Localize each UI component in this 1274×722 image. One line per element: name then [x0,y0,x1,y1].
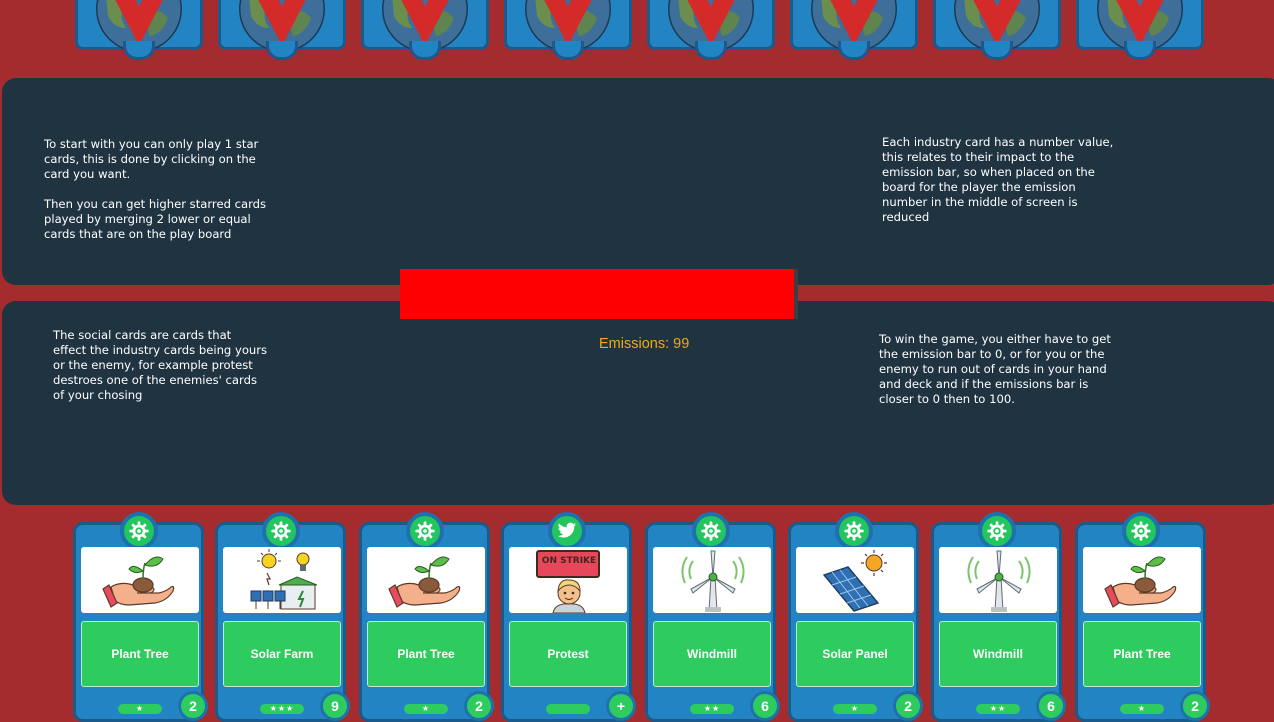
emission-bar [400,269,798,319]
card-stars: ★★ [976,704,1020,714]
card-stars: ★★★ [260,704,304,714]
hand-card[interactable]: Solar Farm ★★★ 9 [215,512,350,722]
card-name: Solar Farm [223,621,341,687]
hand-card[interactable]: Windmill ★★ 6 [645,512,780,722]
enemy-card-back [75,0,203,60]
card-name: Windmill [653,621,771,687]
card-value: 9 [320,691,350,721]
gear-icon [119,512,158,550]
card-name: Protest [509,621,627,687]
enemy-card-back [1076,0,1204,60]
card-stars: ★ [833,704,877,714]
enemy-card-tab [123,41,155,60]
hand-card[interactable]: Plant Tree ★ 2 [359,512,494,722]
card-value: 6 [1036,691,1066,721]
windmill-icon [939,547,1057,613]
card-value: 2 [893,691,923,721]
strike-sign-text: ON STRIKE [541,556,597,566]
tutorial-text-win: To win the game, you either have to get … [879,332,1111,406]
on-strike-icon: ON STRIKE [509,547,627,613]
card-name: Windmill [939,621,1057,687]
card-value: + [606,691,636,721]
twitter-bird-icon [547,512,586,550]
solar-farm-icon [223,547,341,613]
card-name: Plant Tree [1083,621,1201,687]
card-stars [546,704,590,714]
card-stars: ★ [1120,704,1164,714]
enemy-card-back [647,0,775,60]
hand-card[interactable]: Plant Tree ★ 2 [1075,512,1210,722]
enemy-card-back [790,0,918,60]
card-stars: ★ [118,704,162,714]
emissions-label: Emissions: 99 [599,336,690,352]
emission-bar-fill [400,269,795,319]
gear-icon [834,512,873,550]
tutorial-text-cards: To start with you can only play 1 star c… [44,137,267,241]
plant-hand-icon [367,547,485,613]
enemy-card-tab [838,41,870,60]
hand-card[interactable]: Solar Panel ★ 2 [788,512,923,722]
card-stars: ★★ [690,704,734,714]
card-value: 2 [464,691,494,721]
card-value: 2 [178,691,208,721]
enemy-card-tab [552,41,584,60]
hand-card[interactable]: Windmill ★★ 6 [931,512,1066,722]
enemy-card-back [218,0,346,60]
enemy-card-tab [1124,41,1156,60]
enemy-card-back [361,0,489,60]
enemy-card-tab [981,41,1013,60]
plant-hand-icon [1083,547,1201,613]
gear-icon [405,512,444,550]
card-name: Plant Tree [367,621,485,687]
enemy-card-tab [695,41,727,60]
plant-hand-icon [81,547,199,613]
card-name: Solar Panel [796,621,914,687]
gear-icon [977,512,1016,550]
gear-icon [261,512,300,550]
enemy-card-back [933,0,1061,60]
card-stars: ★ [404,704,448,714]
gear-icon [1121,512,1160,550]
solar-panel-icon [796,547,914,613]
enemy-card-tab [409,41,441,60]
card-value: 6 [750,691,780,721]
windmill-icon [653,547,771,613]
card-name: Plant Tree [81,621,199,687]
gear-icon [691,512,730,550]
enemy-card-tab [266,41,298,60]
card-value: 2 [1180,691,1210,721]
hand-card[interactable]: Plant Tree ★ 2 [73,512,208,722]
tutorial-text-industry: Each industry card has a number value, t… [882,135,1114,224]
tutorial-text-social: The social cards are cards that effect t… [53,328,268,402]
hand-card[interactable]: ON STRIKE Protest + [501,512,636,722]
enemy-card-back [504,0,632,60]
